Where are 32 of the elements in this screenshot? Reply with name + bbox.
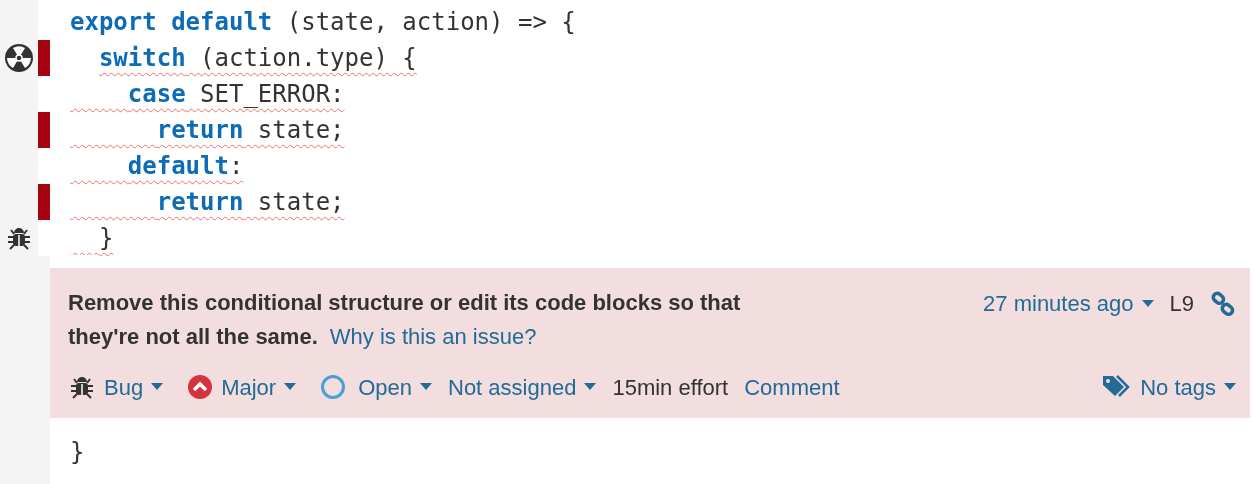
code-line: export default (state, action) => { <box>70 7 576 38</box>
code-line: case SET_ERROR: <box>126 79 346 110</box>
circle-icon <box>320 374 347 400</box>
caret-icon <box>1224 383 1236 391</box>
line-number: L9 <box>1169 290 1194 318</box>
code-line: return state; <box>155 187 346 218</box>
radiation-icon <box>4 43 34 73</box>
severity-dropdown[interactable]: Major <box>221 370 297 404</box>
code-line: default: <box>126 151 245 182</box>
tags-dropdown[interactable]: No tags <box>1140 370 1236 404</box>
comment-link[interactable]: Comment <box>744 370 840 404</box>
issue-marker[interactable] <box>38 40 50 76</box>
issue-marker[interactable] <box>38 184 50 220</box>
caret-icon <box>284 383 297 391</box>
code-line: } <box>97 223 115 254</box>
code-line: switch (action.type) { <box>97 43 418 74</box>
caret-icon <box>151 383 164 391</box>
issue-marker[interactable] <box>38 112 50 148</box>
issue-message: Remove this conditional structure or edit its code blocks so that they're not all the same. Why is this an issue? <box>68 289 742 351</box>
caret-icon <box>420 383 432 391</box>
severity-icon <box>187 374 214 400</box>
type-dropdown[interactable]: Bug <box>104 370 164 404</box>
caret-icon <box>584 383 597 391</box>
caret-icon <box>1141 299 1154 308</box>
status-dropdown[interactable]: Open <box>358 370 432 404</box>
effort-label: 15min effort <box>612 373 729 402</box>
code-line: } <box>70 437 86 468</box>
time-dropdown[interactable]: 27 minutes ago <box>983 287 1154 320</box>
assignee-dropdown[interactable]: Not assigned <box>448 370 597 404</box>
why-link[interactable]: Why is this an issue? <box>329 324 537 349</box>
code-line: return state; <box>155 115 346 146</box>
link-icon[interactable] <box>1210 290 1236 317</box>
